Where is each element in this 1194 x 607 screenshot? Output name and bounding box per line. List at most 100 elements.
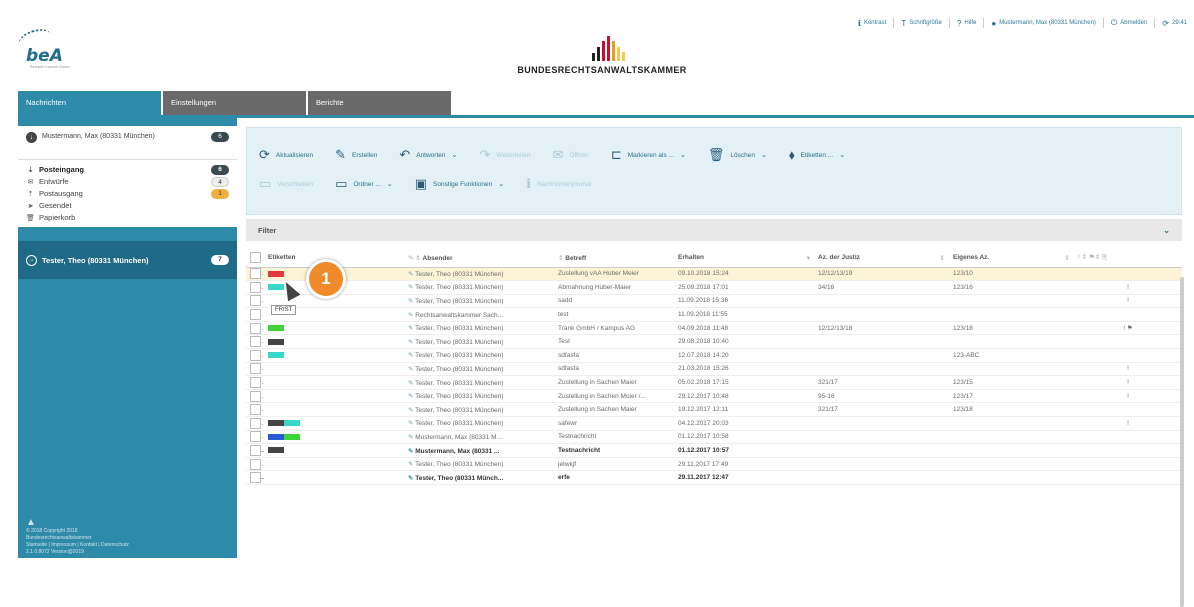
row-select[interactable] — [246, 307, 264, 322]
col-az-justiz[interactable]: Az. der Justiz ⇕ — [814, 249, 949, 268]
folder-label: Gesendet — [39, 201, 72, 210]
topbar-item-1[interactable]: T Schriftgröße — [893, 18, 949, 28]
table-row[interactable]: ✎ Tester, Theo (80331 München) jetwkjf 29.… — [246, 457, 1182, 472]
expand-circle-icon[interactable]: → — [26, 254, 37, 266]
row-checkbox[interactable] — [250, 322, 261, 334]
etiketten-button[interactable]: ⬧ Etiketten ... ⌄ — [789, 148, 867, 163]
row-select[interactable] — [246, 294, 264, 309]
row-checkbox[interactable] — [250, 268, 261, 280]
table-row[interactable]: ✎ Mustermann, Max (80331 ... Testnachrich… — [246, 443, 1182, 458]
row-checkbox[interactable] — [250, 472, 261, 484]
table-row[interactable]: ✎ Tester, Theo (80331 München) sadd 11.09.… — [246, 294, 1182, 309]
row-select[interactable] — [246, 267, 264, 282]
table-row[interactable]: ✎ Tester, Theo (80331 München) Abmahnung … — [246, 280, 1182, 295]
row-az-own — [949, 362, 1074, 377]
sidebar-item-posteingang[interactable]: ⇣ Posteingang 6 — [18, 164, 237, 175]
sidebar-item-gesendet[interactable]: ➤ Gesendet — [18, 200, 237, 211]
row-checkbox[interactable] — [250, 404, 261, 416]
row-select[interactable] — [246, 334, 264, 350]
sidebar-item-papierkorb[interactable]: 🗑 Papierkorb — [18, 212, 237, 223]
row-select[interactable] — [246, 457, 264, 472]
caret-box-icon: ▣ — [414, 176, 428, 192]
table-row[interactable]: ✎ Tester, Theo (80331 München) Zustellung… — [246, 375, 1182, 390]
table-row[interactable]: ✎ Tester, Theo (80331 München) Zustellung… — [246, 389, 1182, 404]
row-select[interactable] — [246, 416, 264, 431]
row-select[interactable] — [246, 321, 264, 336]
verschieben-button[interactable]: ▭ Verschieben — [259, 177, 335, 192]
row-select[interactable] — [246, 375, 264, 390]
row-checkbox[interactable] — [250, 349, 261, 361]
col-status-icons[interactable]: ! ⇕ ⚑⇕ ⎘ — [1074, 249, 1182, 268]
bea-logo[interactable]: beA Beispiel Kanzlei Daten — [15, 25, 88, 70]
row-flags — [1074, 430, 1182, 445]
row-select[interactable] — [246, 430, 264, 445]
table-row[interactable]: ✎ Tester, Theo (80331 München) sdfasfa 21.… — [246, 362, 1182, 377]
col-eigenes-az[interactable]: Eigenes Az. ⇕ — [949, 249, 1074, 268]
row-select[interactable] — [246, 470, 264, 485]
row-checkbox[interactable] — [250, 431, 261, 443]
tab-einstellungen[interactable]: Einstellungen — [163, 91, 306, 115]
col-betreff[interactable]: ⇕ Betreff — [554, 249, 674, 268]
sidebar-item-entwürfe[interactable]: ✉ Entwürfe 4 — [18, 176, 237, 187]
weiterleiten-button[interactable]: ↷ Weiterleiten — [479, 148, 552, 163]
tab-berichte[interactable]: Berichte — [308, 91, 451, 115]
row-select[interactable] — [246, 389, 264, 404]
öffnen-button[interactable]: ✉ Öffnen — [553, 148, 611, 163]
table-row[interactable]: ✎ Rechtsanwaltskammer Sach... test 11.09.2… — [246, 307, 1182, 322]
row-select[interactable] — [246, 443, 264, 458]
table-row[interactable]: ✎ Tester, Theo (80331 München) sdfasfa 12.… — [246, 348, 1182, 363]
row-checkbox[interactable] — [250, 390, 261, 402]
sidebar-footer: ▲ © 2018 Copyright 2018 Bundesrechtsanwa… — [26, 518, 226, 556]
markieren-als-button[interactable]: ⊏ Markieren als ... ⌄ — [611, 148, 708, 163]
erstellen-button[interactable]: ✎ Erstellen — [335, 148, 399, 163]
topbar-item-4[interactable]: ⏻ Abmelden — [1102, 18, 1154, 28]
table-row[interactable]: ✎ Tester, Theo (80331 München) Zustellung… — [246, 402, 1182, 418]
nachrichtenjournal-button[interactable]: ℹ Nachrichtenjournal — [526, 177, 613, 192]
tag-swatch — [268, 338, 284, 345]
row-checkbox[interactable] — [250, 458, 261, 470]
row-checkbox[interactable] — [250, 417, 261, 429]
collapse-circle-icon[interactable]: ↓ — [26, 132, 37, 143]
topbar-item-2[interactable]: ? Hilfe — [948, 18, 983, 28]
topbar-item-3[interactable]: ● Mustermann, Max (80331 München) — [983, 18, 1103, 28]
tooltip: FRIST — [271, 305, 297, 315]
select-all-checkbox[interactable] — [250, 252, 261, 264]
filter-bar[interactable]: Filter ⌄ — [246, 219, 1182, 241]
row-received: 11.09.2018 15:36 — [674, 294, 814, 309]
row-checkbox[interactable] — [250, 281, 261, 293]
row-checkbox[interactable] — [250, 309, 261, 321]
row-checkbox[interactable] — [250, 363, 261, 375]
sonstige-funktionen-button[interactable]: ▣ Sonstige Funktionen ⌄ — [415, 177, 526, 192]
antworten-button[interactable]: ↶ Antworten ⌄ — [399, 148, 479, 163]
row-az-own — [949, 307, 1074, 322]
row-select[interactable] — [246, 280, 264, 295]
col-erhalten[interactable]: Erhalten ▾ — [674, 249, 814, 268]
topbar-item-0[interactable]: ℹ Kontrast — [851, 18, 893, 28]
ordner-button[interactable]: ▭ Ordner ... ⌄ — [335, 177, 415, 192]
chevron-down-icon[interactable]: ⌄ — [1163, 226, 1170, 235]
table-row[interactable]: ✎ Tester, Theo (80331 Münch... erfe 29.11.… — [246, 470, 1182, 485]
account-panel-tester[interactable]: → Tester, Theo (80331 München) 7 — [18, 241, 237, 279]
table-row[interactable]: ✎ Tester, Theo (80331 München) Test 29.08.… — [246, 334, 1182, 350]
account-header[interactable]: ↓ Mustermann, Max (80331 München) 6 — [18, 126, 237, 160]
col-absender[interactable]: ✎ ⇕ Absender — [404, 249, 554, 268]
select-all-header[interactable] — [246, 249, 264, 268]
table-row[interactable]: ✎ Tester, Theo (80331 München) Zustellung… — [246, 267, 1182, 282]
row-checkbox[interactable] — [250, 445, 261, 457]
tab-nachrichten[interactable]: Nachrichten — [18, 91, 161, 115]
table-row[interactable]: ✎ Tester, Theo (80331 München) safewr 04.1… — [246, 416, 1182, 431]
table-row[interactable]: ✎ Mustermann, Max (80331 M... Testnachric… — [246, 430, 1182, 445]
footer-links[interactable]: Startseite | Impressum | Kontakt | Daten… — [26, 542, 226, 549]
row-checkbox[interactable] — [250, 336, 261, 348]
toolbar-label: Erstellen — [352, 151, 378, 159]
sidebar-item-postausgang[interactable]: ⇡ Postausgang 1 — [18, 188, 237, 199]
aktualisieren-button[interactable]: ⟳ Aktualisieren — [259, 148, 335, 163]
row-checkbox[interactable] — [250, 377, 261, 389]
row-select[interactable] — [246, 348, 264, 363]
row-select[interactable] — [246, 362, 264, 377]
row-select[interactable] — [246, 402, 264, 418]
topbar-item-5[interactable]: ⟳ 29:41 — [1154, 18, 1194, 28]
löschen-button[interactable]: 🗑 Löschen ⌄ — [708, 148, 789, 163]
table-row[interactable]: ✎ Tester, Theo (80331 München) Trank GmbH… — [246, 321, 1182, 336]
row-checkbox[interactable] — [250, 295, 261, 307]
